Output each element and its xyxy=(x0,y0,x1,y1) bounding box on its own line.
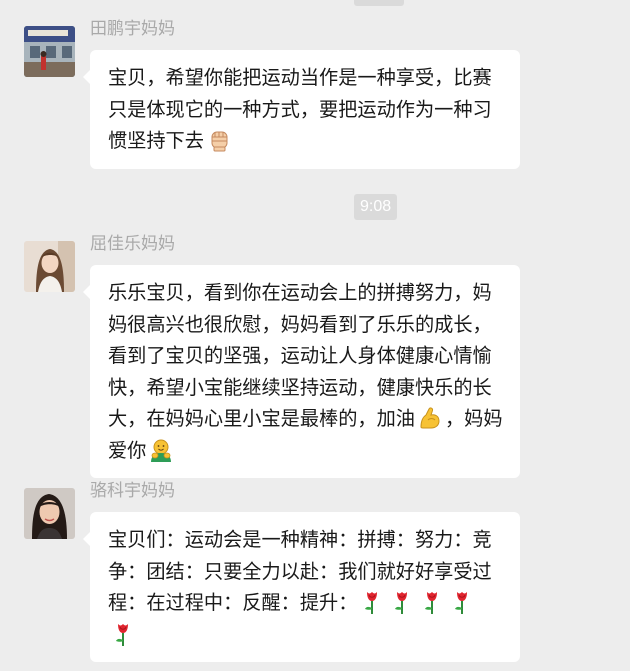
rose-emoji-icon xyxy=(449,589,475,615)
avatar[interactable] xyxy=(24,241,75,292)
message-bubble[interactable]: 乐乐宝贝，看到你在运动会上的拼搏努力，妈妈很高兴也很欣慰，妈妈看到了乐乐的成长，… xyxy=(83,265,520,478)
timestamp-chip: 9:08 xyxy=(354,194,398,220)
rose-emoji-icon xyxy=(419,589,445,615)
avatar-photo-woman-portrait xyxy=(24,488,75,539)
rose-emoji-icon xyxy=(389,589,415,615)
sender-name: 骆科宇妈妈 xyxy=(90,481,175,501)
hugging-emoji-icon xyxy=(148,437,174,463)
avatar[interactable] xyxy=(24,488,75,539)
chat-message-list[interactable]: 田鹏宇妈妈 宝贝，希望你能把运动当作是一种享受，比赛只是体现它的一种方式，要把运… xyxy=(0,0,630,671)
sender-name: 屈佳乐妈妈 xyxy=(90,234,175,254)
flexed-biceps-emoji-icon xyxy=(417,405,443,431)
raised-fist-emoji-icon xyxy=(206,127,232,153)
timestamp-chip-partial xyxy=(354,0,404,6)
avatar-photo-building xyxy=(24,26,75,77)
message-bubble[interactable]: 宝贝，希望你能把运动当作是一种享受，比赛只是体现它的一种方式，要把运动作为一种习… xyxy=(83,50,520,169)
message-text: 宝贝，希望你能把运动当作是一种享受，比赛只是体现它的一种方式，要把运动作为一种习… xyxy=(108,66,492,152)
rose-emoji-icon xyxy=(110,621,136,647)
rose-emoji-icon xyxy=(359,589,385,615)
message-bubble[interactable]: 宝贝们：运动会是一种精神：拼搏：努力：竞争：团结：只要全力以赴：我们就好好享受过… xyxy=(83,512,520,662)
avatar-photo-woman xyxy=(24,241,75,292)
sender-name: 田鹏宇妈妈 xyxy=(90,19,175,39)
avatar[interactable] xyxy=(24,26,75,77)
